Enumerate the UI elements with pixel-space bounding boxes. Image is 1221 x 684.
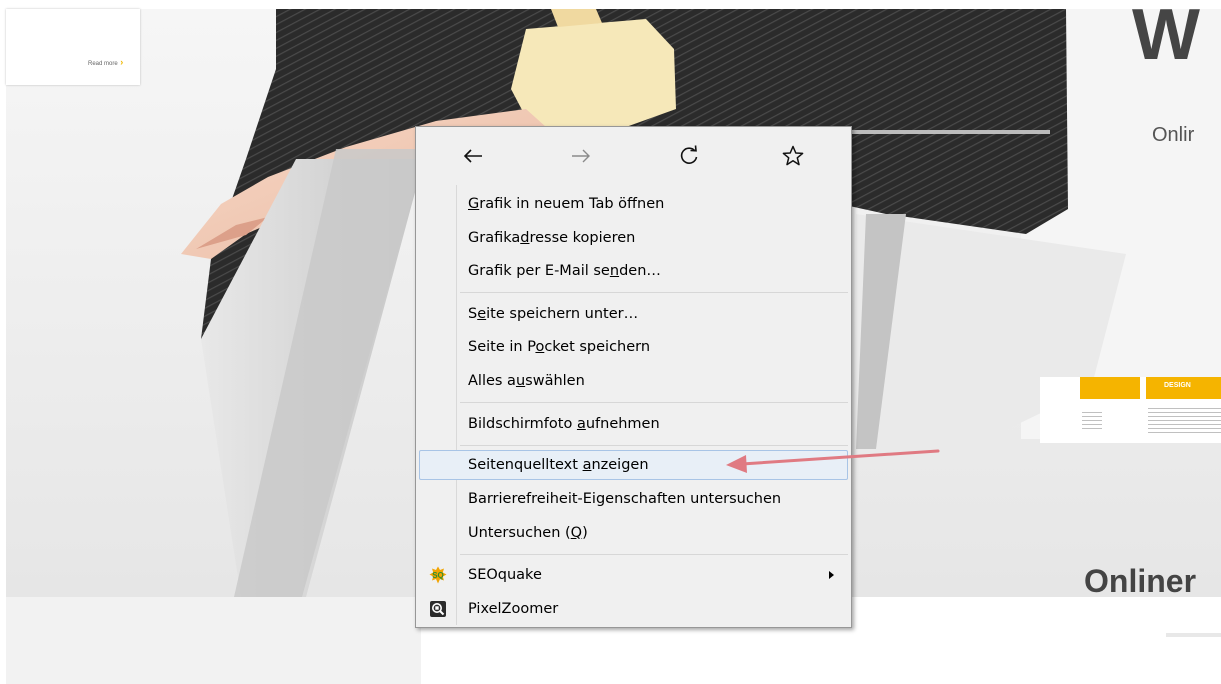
menu-item-open-image-new-tab[interactable]: Grafik in neuem Tab öffnen: [419, 189, 848, 219]
back-button[interactable]: [457, 141, 489, 171]
menu-item-save-to-pocket[interactable]: Seite in Pocket speichern: [419, 332, 848, 362]
context-menu-navigation: [416, 127, 851, 185]
preview-strip: DESIGN: [1040, 377, 1221, 443]
menu-separator: [460, 554, 848, 555]
page-subtitle: Onlir: [1152, 124, 1195, 146]
bookmark-button[interactable]: [777, 141, 809, 171]
section-heading: Onliner: [1084, 563, 1197, 599]
read-more-link[interactable]: Read more: [88, 57, 123, 67]
reload-button[interactable]: [673, 141, 705, 171]
svg-text:SQ: SQ: [432, 571, 444, 580]
menu-separator: [460, 292, 848, 293]
reload-icon: [680, 145, 698, 164]
context-menu: Grafik in neuem Tab öffnen Grafikadresse…: [415, 126, 852, 628]
star-icon: [782, 145, 804, 166]
submenu-arrow-icon: [829, 571, 834, 579]
footer-block: [6, 597, 421, 684]
menu-item-email-image[interactable]: Grafik per E-Mail senden…: [419, 256, 848, 286]
menu-item-pixelzoomer[interactable]: PixelZoomer: [419, 594, 848, 624]
arrow-left-icon: [463, 149, 482, 163]
seoquake-icon: SQ: [429, 566, 447, 584]
menu-item-save-page-as[interactable]: Seite speichern unter…: [419, 299, 848, 329]
menu-item-take-screenshot[interactable]: Bildschirmfoto aufnehmen: [419, 409, 848, 439]
menu-item-seoquake[interactable]: SQ SEOquake: [419, 560, 848, 590]
menu-item-copy-image-address[interactable]: Grafikadresse kopieren: [419, 223, 848, 253]
page-heading: W: [1132, 0, 1200, 75]
menu-separator: [460, 402, 848, 403]
promo-banner[interactable]: Read more: [6, 9, 140, 85]
forward-button[interactable]: [565, 141, 597, 171]
menu-item-select-all[interactable]: Alles auswählen: [419, 366, 848, 396]
divider: [850, 130, 1050, 134]
menu-item-view-page-source[interactable]: Seitenquelltext anzeigen: [419, 450, 848, 480]
menu-item-inspect-accessibility[interactable]: Barrierefreiheit-Eigenschaften untersuch…: [419, 484, 848, 514]
arrow-right-icon: [572, 149, 590, 163]
divider: [1166, 633, 1221, 637]
pixelzoomer-icon: [430, 601, 446, 617]
menu-separator: [460, 445, 848, 446]
menu-item-inspect-element[interactable]: Untersuchen (Q): [419, 518, 848, 548]
